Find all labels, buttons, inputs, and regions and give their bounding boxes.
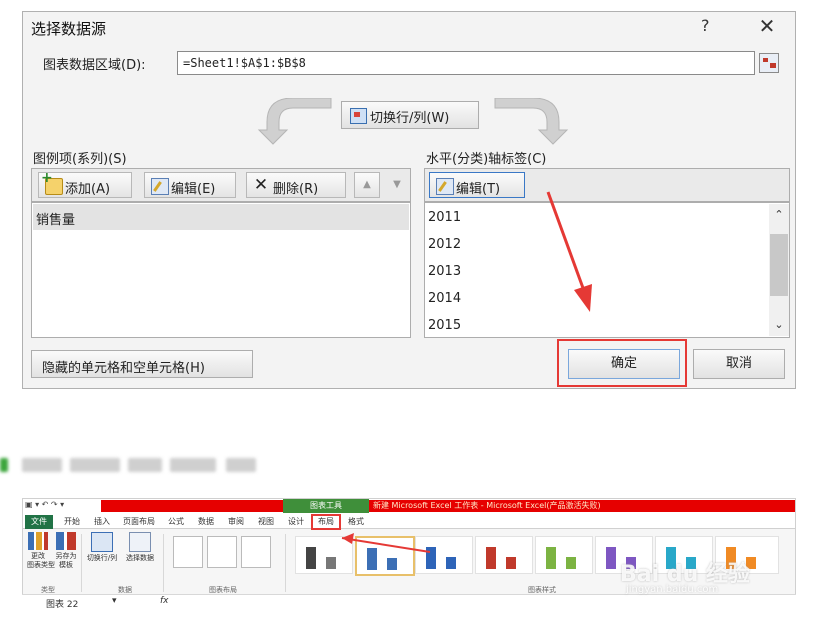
close-button[interactable]: ✕ [751,12,783,40]
edit-series-button[interactable]: 编辑(E) [144,172,236,198]
add-label: 添加(A) [65,182,111,197]
select-data-icon [129,532,151,552]
hidden-empty-cells-button[interactable]: 隐藏的单元格和空单元格(H) [31,350,253,378]
series-list: 销售量 [31,202,411,338]
name-box-dropdown-icon[interactable]: ▾ [112,596,117,606]
tab-insert[interactable]: 插入 [89,515,115,529]
save-template-button[interactable]: 另存为 模板 [55,532,77,570]
edit-icon [436,178,454,195]
edit-axis-label: 编辑(T) [456,182,501,197]
chart-tools-label: 图表工具 [283,499,369,513]
chart-style-option[interactable] [295,536,353,574]
fx-icon[interactable]: fx [160,596,169,606]
delete-series-button[interactable]: ✕ 删除(R) [246,172,346,198]
edit-axis-labels-button[interactable]: 编辑(T) [429,172,525,198]
dialog-title: 选择数据源 [31,20,107,38]
list-item[interactable]: 2011 [428,210,461,225]
tab-data[interactable]: 数据 [193,515,219,529]
switch-icon [91,532,113,552]
scroll-down-icon[interactable]: ⌄ [769,318,789,331]
select-data-source-dialog: 选择数据源 ? ✕ 图表数据区域(D): =Sheet1!$A$1:$B$8 切… [22,11,796,389]
series-toolbar: 添加(A) 编辑(E) ✕ 删除(R) ▲ ▼ [31,168,411,202]
scroll-up-icon[interactable]: ⌃ [769,208,789,221]
layout-tab-highlight-box [311,514,341,530]
tab-format[interactable]: 格式 [343,515,369,529]
chart-type-icon [28,532,48,550]
tab-page-layout[interactable]: 页面布局 [119,515,159,529]
chart-layout-option[interactable] [207,536,237,568]
chart-style-option-selected[interactable] [355,536,415,576]
list-item[interactable]: 2013 [428,264,461,279]
list-item[interactable]: 销售量 [33,204,409,230]
add-icon [41,170,63,195]
delete-label: 删除(R) [273,182,319,197]
change-chart-type-button[interactable]: 更改 图表类型 [27,532,55,570]
select-data-label: 选择数据 [126,554,154,562]
tab-design[interactable]: 设计 [283,515,309,529]
ok-button[interactable]: 确定 [568,349,680,379]
help-button[interactable]: ? [701,16,710,35]
chart-data-range-label: 图表数据区域(D): [43,58,146,73]
legend-entries-label: 图例项(系列)(S) [33,152,127,167]
formula-bar: 图表 22 ▾ fx [22,594,796,610]
switch-row-column-icon [350,108,367,124]
move-down-button[interactable]: ▼ [384,172,410,198]
tab-home[interactable]: 开始 [59,515,85,529]
switch-row-column-button[interactable]: 切换行/列(W) [341,101,479,129]
curved-arrow-right-icon [494,98,569,145]
chart-data-range-input[interactable]: =Sheet1!$A$1:$B$8 [177,51,755,75]
axis-labels-label: 水平(分类)轴标签(C) [426,152,547,167]
change-chart-type-label: 更改 图表类型 [27,552,55,569]
watermark-url: jingyan.baidu.com [626,584,719,595]
template-icon [56,532,76,550]
title-bar: ▣ ▾ ↶ ↷ ▾ 图表工具 新建 Microsoft Excel 工作表 - … [23,499,795,515]
list-item[interactable]: 2015 [428,318,461,333]
save-template-label: 另存为 模板 [55,552,77,569]
axis-labels-list: 2011 2012 2013 2014 2015 ⌃ ⌄ [424,202,790,338]
delete-x-icon: ✕ [253,175,269,195]
axis-toolbar: 编辑(T) [424,168,790,202]
chart-layout-option[interactable] [173,536,203,568]
curved-arrow-left-icon [257,98,332,145]
tab-file[interactable]: 文件 [25,515,53,529]
edit-label: 编辑(E) [171,182,216,197]
list-item[interactable]: 2012 [428,237,461,252]
chart-style-option[interactable] [475,536,533,574]
quick-access-toolbar[interactable]: ▣ ▾ ↶ ↷ ▾ [25,500,64,509]
edit-icon [151,178,169,195]
move-up-button[interactable]: ▲ [354,172,380,198]
scrollbar-thumb[interactable] [770,234,788,296]
select-data-ribbon-button[interactable]: 选择数据 [123,532,157,563]
window-title: 新建 Microsoft Excel 工作表 - Microsoft Excel… [373,501,601,510]
add-series-button[interactable]: 添加(A) [38,170,132,198]
range-picker-icon[interactable] [759,53,779,73]
switch-row-column-label: 切换行/列(W) [370,111,450,126]
switch-ribbon-label: 切换行/列 [86,554,118,562]
blurred-step-caption [0,452,300,476]
switch-row-column-ribbon-button[interactable]: 切换行/列 [85,532,119,563]
chart-style-option[interactable] [535,536,593,574]
scrollbar[interactable]: ⌃ ⌄ [769,204,789,336]
tab-view[interactable]: 视图 [253,515,279,529]
chart-style-option[interactable] [415,536,473,574]
ribbon-tabs: 文件 开始 插入 页面布局 公式 数据 审阅 视图 设计 布局 格式 [23,515,795,529]
tab-formulas[interactable]: 公式 [163,515,189,529]
list-item[interactable]: 2014 [428,291,461,306]
chart-layout-option[interactable] [241,536,271,568]
tab-review[interactable]: 审阅 [223,515,249,529]
cancel-button[interactable]: 取消 [693,349,785,379]
name-box[interactable]: 图表 22 [46,597,78,610]
